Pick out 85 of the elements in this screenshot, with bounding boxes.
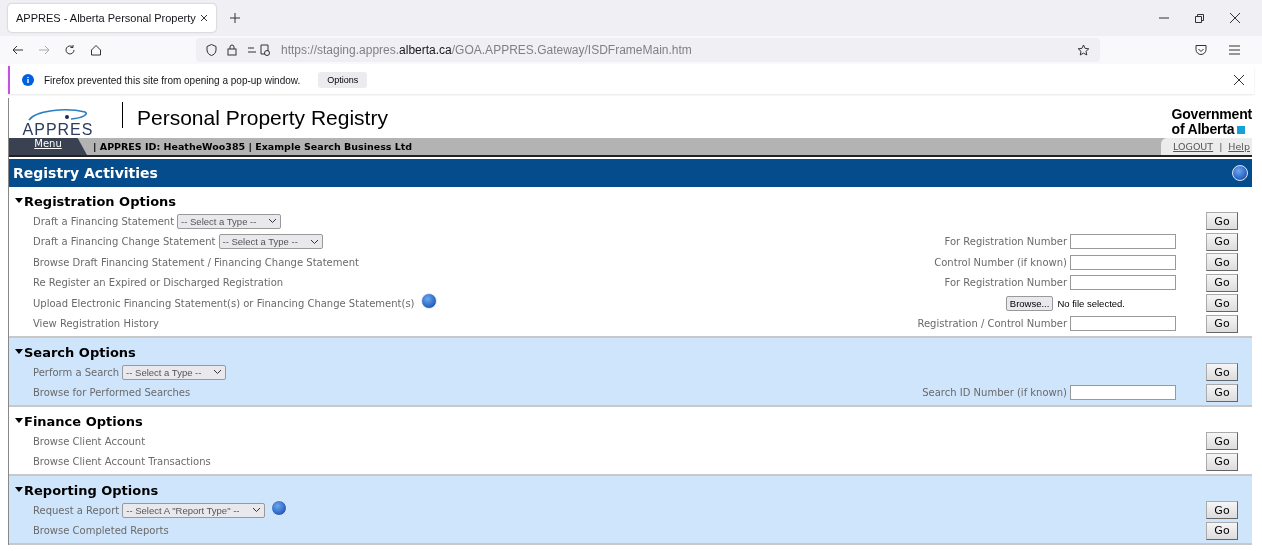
activity-link[interactable]: Re Register an Expired or Discharged Registration bbox=[33, 277, 284, 289]
menu-icon bbox=[1229, 45, 1240, 55]
chevron-icon bbox=[309, 238, 319, 245]
caret-icon bbox=[15, 487, 23, 493]
type-dropdown[interactable]: -- Select a Type -- bbox=[122, 364, 227, 380]
close-icon bbox=[199, 14, 208, 22]
lock-icon bbox=[227, 44, 237, 56]
account-info: | APPRES ID: HeatheWoo385 | Example Search Business Ltd bbox=[93, 141, 413, 152]
menu-link[interactable]: Menu bbox=[9, 138, 87, 155]
restore-icon bbox=[1195, 13, 1204, 23]
activity-link[interactable]: Perform a Search bbox=[33, 366, 120, 378]
type-dropdown[interactable]: -- Select A "Report Type" -- bbox=[122, 502, 265, 518]
close-icon bbox=[1234, 75, 1244, 85]
activity-link[interactable]: Draft a Financing Change Statement bbox=[33, 236, 216, 248]
chevron-icon bbox=[251, 507, 261, 514]
activity-link[interactable]: Browse Draft Financing Statement / Financing Change Statement bbox=[33, 256, 359, 268]
help-icon[interactable] bbox=[270, 500, 287, 516]
field-label: Search ID Number (if known) bbox=[922, 387, 1067, 399]
reload-icon bbox=[64, 44, 76, 56]
appres-logo: APPRES bbox=[12, 100, 104, 138]
chevron-icon bbox=[213, 369, 223, 376]
caret-icon bbox=[15, 349, 23, 355]
popup-notification: Firefox prevented this site from opening a pop-up window. Options bbox=[8, 66, 1254, 94]
number-input[interactable] bbox=[1070, 385, 1176, 401]
chevron-icon bbox=[268, 218, 278, 225]
activity-link[interactable]: Browse Completed Reports bbox=[33, 525, 169, 537]
close-icon bbox=[1230, 13, 1240, 23]
section-heading[interactable]: Search Options bbox=[15, 342, 1238, 362]
activity-link[interactable]: Browse for Performed Searches bbox=[33, 387, 191, 399]
permissions-icon bbox=[247, 44, 271, 56]
field-label: For Registration Number bbox=[944, 236, 1067, 248]
pocket-icon bbox=[1195, 44, 1207, 56]
number-input[interactable] bbox=[1070, 254, 1176, 270]
section-heading[interactable]: Finance Options bbox=[15, 411, 1238, 431]
home-icon bbox=[90, 44, 102, 56]
go-button[interactable]: Go bbox=[1206, 212, 1238, 231]
go-button[interactable]: Go bbox=[1206, 273, 1238, 292]
number-input[interactable] bbox=[1070, 275, 1176, 291]
go-button[interactable]: Go bbox=[1206, 314, 1238, 333]
government-logo: Government of Alberta bbox=[1171, 107, 1252, 137]
go-button[interactable]: Go bbox=[1206, 232, 1238, 251]
type-dropdown[interactable]: -- Select a Type -- bbox=[177, 213, 282, 229]
go-button[interactable]: Go bbox=[1206, 432, 1238, 451]
page-title: Personal Property Registry bbox=[137, 106, 388, 130]
caret-icon bbox=[15, 418, 23, 424]
back-arrow-icon bbox=[12, 44, 24, 56]
browse-button[interactable]: Browse... bbox=[1005, 295, 1054, 311]
shield-icon bbox=[206, 44, 217, 56]
url-text: https://staging.appres.alberta.ca/GOA.APPRES.Gateway/ISDFrameMain.htm bbox=[281, 43, 693, 57]
type-dropdown[interactable]: -- Select a Type -- bbox=[218, 234, 323, 250]
go-button[interactable]: Go bbox=[1206, 452, 1238, 471]
section-heading[interactable]: Reporting Options bbox=[15, 480, 1238, 500]
activity-link[interactable]: Request a Report bbox=[33, 504, 120, 516]
help-icon[interactable] bbox=[1232, 165, 1248, 181]
browser-tab[interactable]: APPRES - Alberta Personal Property bbox=[8, 4, 216, 32]
go-button[interactable]: Go bbox=[1206, 253, 1238, 272]
go-button[interactable]: Go bbox=[1206, 383, 1238, 402]
field-label: Control Number (if known) bbox=[934, 256, 1067, 268]
number-input[interactable] bbox=[1070, 316, 1176, 332]
options-button[interactable]: Options bbox=[318, 72, 368, 88]
field-label: For Registration Number bbox=[944, 277, 1067, 289]
activity-link[interactable]: Browse Client Account Transactions bbox=[33, 456, 211, 468]
go-button[interactable]: Go bbox=[1206, 521, 1238, 540]
link-separator: | bbox=[1219, 141, 1223, 152]
field-label: Registration / Control Number bbox=[917, 318, 1067, 330]
section-title: Registry Activities bbox=[13, 165, 158, 181]
header-link[interactable]: Help bbox=[1228, 141, 1250, 152]
go-button[interactable]: Go bbox=[1206, 363, 1238, 382]
plus-icon bbox=[229, 13, 240, 23]
header-link[interactable]: LOGOUT bbox=[1173, 141, 1214, 152]
caret-icon bbox=[15, 198, 23, 204]
forward-arrow-icon bbox=[38, 44, 50, 56]
info-icon bbox=[22, 74, 34, 86]
star-icon bbox=[1077, 43, 1090, 57]
activity-link[interactable]: Browse Client Account bbox=[33, 435, 146, 447]
number-input[interactable] bbox=[1070, 234, 1176, 250]
go-button[interactable]: Go bbox=[1206, 501, 1238, 520]
section-heading[interactable]: Registration Options bbox=[15, 191, 1238, 211]
file-status: No file selected. bbox=[1057, 297, 1125, 309]
help-icon[interactable] bbox=[420, 293, 437, 309]
activity-link[interactable]: Draft a Financing Statement bbox=[33, 215, 175, 227]
go-button[interactable]: Go bbox=[1206, 294, 1238, 313]
address-bar[interactable]: https://staging.appres.alberta.ca/GOA.APPRES.Gateway/ISDFrameMain.htm bbox=[196, 38, 1100, 62]
activity-link[interactable]: Upload Electronic Financing Statement(s) or Financing Change Statement(s) bbox=[33, 297, 415, 309]
activity-link[interactable]: View Registration History bbox=[33, 318, 159, 330]
